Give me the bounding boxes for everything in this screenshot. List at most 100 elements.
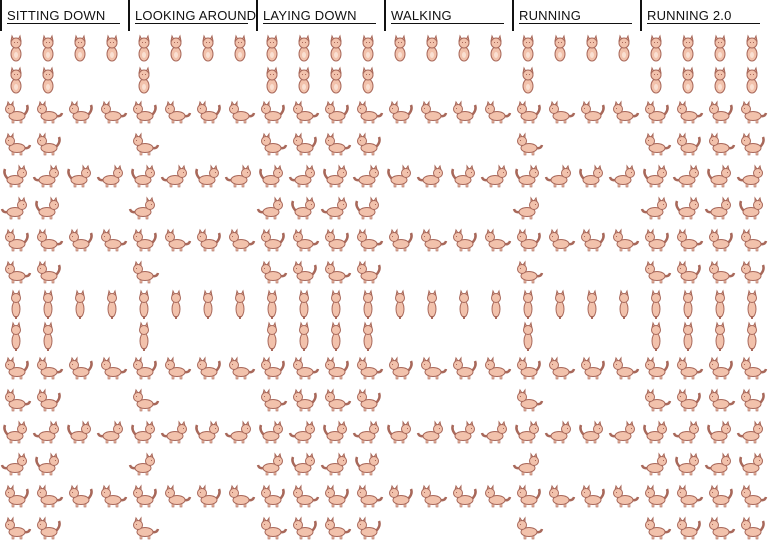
cat-icon — [613, 228, 640, 252]
cat-icon — [515, 420, 539, 444]
cat-sprite-frame — [704, 416, 736, 448]
cat-icon — [299, 289, 309, 319]
cat-icon — [421, 100, 448, 124]
cat-sprite-frame — [192, 352, 224, 384]
cat-icon — [197, 484, 221, 508]
cat-icon — [707, 164, 731, 188]
cat-sprite-frame — [32, 160, 64, 192]
cat-sprite-frame — [384, 160, 416, 192]
cat-icon — [704, 452, 731, 476]
cat-icon — [650, 34, 662, 62]
cat-sprite-frame — [640, 256, 672, 288]
cat-sprite-frame — [96, 352, 128, 384]
cat-sprite-frame — [224, 416, 256, 448]
cat-icon — [69, 100, 93, 124]
section-header-laying-down: LAYING DOWN — [256, 0, 384, 31]
cat-sprite-frame — [128, 224, 160, 256]
cat-sprite-frame — [352, 448, 384, 480]
cat-sprite-frame — [704, 480, 736, 512]
cat-sprite-frame — [352, 192, 384, 224]
cat-sprite-frame — [160, 224, 192, 256]
cat-icon — [160, 164, 187, 188]
cat-icon — [261, 356, 285, 380]
cat-sprite-frame — [288, 448, 320, 480]
cat-sprite-frame — [0, 128, 32, 160]
cat-icon — [197, 100, 221, 124]
cat-icon — [288, 164, 315, 188]
cat-icon — [325, 356, 349, 380]
cat-sprite-frame — [96, 224, 128, 256]
cat-icon — [362, 34, 374, 62]
cat-sprite-frame — [128, 512, 160, 544]
cat-icon — [549, 228, 576, 252]
cat-icon — [480, 420, 507, 444]
cat-icon — [618, 34, 630, 62]
cat-icon — [42, 34, 54, 62]
cat-icon — [714, 34, 726, 62]
cat-icon — [325, 516, 352, 540]
cat-icon — [451, 420, 475, 444]
cat-sprite-frame — [32, 448, 64, 480]
cat-sprite-frame — [0, 224, 32, 256]
cat-sprite-frame — [512, 352, 544, 384]
cat-sprite-frame — [0, 32, 32, 64]
cat-icon — [741, 100, 768, 124]
cat-sprite-frame — [352, 256, 384, 288]
cat-icon — [291, 196, 315, 220]
cat-sprite-frame — [256, 352, 288, 384]
cat-icon — [261, 484, 285, 508]
cat-sprite-frame — [512, 256, 544, 288]
cat-sprite-frame — [0, 352, 32, 384]
cat-icon — [709, 516, 736, 540]
cat-sprite-frame — [736, 512, 768, 544]
cat-icon — [37, 388, 61, 412]
cat-icon — [517, 356, 541, 380]
cat-icon — [707, 420, 731, 444]
cat-sprite-frame — [288, 320, 320, 352]
cat-icon — [131, 164, 155, 188]
cat-sprite-frame — [384, 288, 416, 320]
cat-sprite-frame — [192, 288, 224, 320]
cat-icon — [682, 66, 694, 94]
cat-sprite-frame — [736, 320, 768, 352]
cat-sprite-frame — [480, 32, 512, 64]
cat-icon — [235, 289, 245, 319]
cat-icon — [138, 34, 150, 62]
cat-icon — [139, 321, 149, 351]
cat-sprite-frame — [352, 480, 384, 512]
cat-icon — [683, 321, 693, 351]
cat-icon — [517, 132, 544, 156]
cat-icon — [362, 66, 374, 94]
cat-sprite-frame — [608, 96, 640, 128]
cat-icon — [741, 484, 768, 508]
cat-sprite-frame — [512, 416, 544, 448]
cat-icon — [389, 100, 413, 124]
cat-icon — [171, 289, 181, 319]
cat-sprite-frame — [704, 64, 736, 96]
cat-icon — [96, 164, 123, 188]
cat-sprite-frame — [608, 32, 640, 64]
cat-sprite-frame — [224, 96, 256, 128]
cat-icon — [387, 164, 411, 188]
cat-icon — [37, 132, 61, 156]
cat-sprite-frame — [288, 416, 320, 448]
cat-sprite-frame — [672, 160, 704, 192]
cat-icon — [5, 132, 32, 156]
cat-icon — [704, 196, 731, 220]
cat-icon — [709, 356, 733, 380]
cat-icon — [101, 228, 128, 252]
cat-sprite-frame — [672, 128, 704, 160]
cat-icon — [741, 516, 765, 540]
cat-sprite-frame — [256, 448, 288, 480]
cat-sprite-frame — [256, 512, 288, 544]
cat-sprite-frame — [64, 352, 96, 384]
cat-icon — [267, 289, 277, 319]
cat-icon — [549, 484, 576, 508]
cat-icon — [5, 228, 29, 252]
cat-icon — [522, 66, 534, 94]
cat-icon — [394, 34, 406, 62]
cat-icon — [395, 289, 405, 319]
cat-icon — [69, 484, 93, 508]
cat-icon — [10, 66, 22, 94]
cat-sprite-frame — [480, 480, 512, 512]
